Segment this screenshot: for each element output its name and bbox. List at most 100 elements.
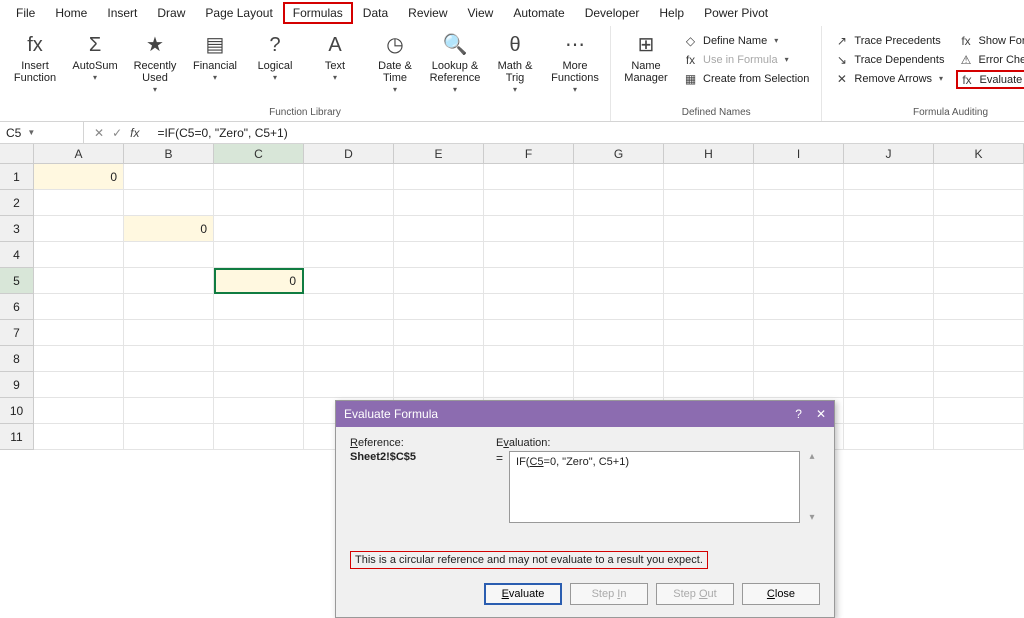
cell-D8[interactable]: [304, 346, 394, 372]
cell-H8[interactable]: [664, 346, 754, 372]
cell-B9[interactable]: [124, 372, 214, 398]
cell-F4[interactable]: [484, 242, 574, 268]
cell-C5[interactable]: 0: [214, 268, 304, 294]
cell-G6[interactable]: [574, 294, 664, 320]
cell-H9[interactable]: [664, 372, 754, 398]
column-header-E[interactable]: E: [394, 144, 484, 163]
cell-A3[interactable]: [34, 216, 124, 242]
cell-C10[interactable]: [214, 398, 304, 424]
cell-A10[interactable]: [34, 398, 124, 424]
autosum-button[interactable]: ΣAutoSum▾: [66, 30, 124, 83]
cell-I9[interactable]: [754, 372, 844, 398]
row-header-3[interactable]: 3: [0, 216, 34, 242]
cell-G2[interactable]: [574, 190, 664, 216]
math-trig-button[interactable]: θMath &Trig▾: [486, 30, 544, 95]
help-icon[interactable]: ?: [795, 407, 802, 421]
column-header-D[interactable]: D: [304, 144, 394, 163]
cell-B3[interactable]: 0: [124, 216, 214, 242]
error-checking-button[interactable]: ⚠Error Checking▾: [956, 51, 1024, 68]
row-header-8[interactable]: 8: [0, 346, 34, 372]
cell-K9[interactable]: [934, 372, 1024, 398]
scroll-up-icon[interactable]: ▴: [809, 451, 814, 462]
row-header-7[interactable]: 7: [0, 320, 34, 346]
cell-A4[interactable]: [34, 242, 124, 268]
close-button[interactable]: Close: [742, 583, 820, 605]
name-box[interactable]: C5 ▼: [0, 122, 84, 143]
define-name-button[interactable]: ◇Define Name▾: [681, 32, 811, 49]
evaluate-button[interactable]: Evaluate: [484, 583, 562, 605]
remove-arrows-button[interactable]: ✕Remove Arrows▾: [832, 70, 946, 87]
cell-H5[interactable]: [664, 268, 754, 294]
cell-E9[interactable]: [394, 372, 484, 398]
column-header-I[interactable]: I: [754, 144, 844, 163]
cell-K8[interactable]: [934, 346, 1024, 372]
cell-E5[interactable]: [394, 268, 484, 294]
cell-G7[interactable]: [574, 320, 664, 346]
tab-developer[interactable]: Developer: [575, 2, 650, 24]
cell-I7[interactable]: [754, 320, 844, 346]
column-header-B[interactable]: B: [124, 144, 214, 163]
cell-H1[interactable]: [664, 164, 754, 190]
evaluate-formula-button[interactable]: fxEvaluate Formula: [956, 70, 1024, 89]
cell-D6[interactable]: [304, 294, 394, 320]
tab-draw[interactable]: Draw: [147, 2, 195, 24]
cell-A7[interactable]: [34, 320, 124, 346]
cell-F1[interactable]: [484, 164, 574, 190]
more-functions-button[interactable]: ⋯MoreFunctions▾: [546, 30, 604, 95]
column-header-K[interactable]: K: [934, 144, 1024, 163]
cell-K1[interactable]: [934, 164, 1024, 190]
cell-B5[interactable]: [124, 268, 214, 294]
select-all-corner[interactable]: [0, 144, 34, 163]
cell-B8[interactable]: [124, 346, 214, 372]
cell-J6[interactable]: [844, 294, 934, 320]
cell-F5[interactable]: [484, 268, 574, 294]
row-header-11[interactable]: 11: [0, 424, 34, 450]
cell-A5[interactable]: [34, 268, 124, 294]
cell-B6[interactable]: [124, 294, 214, 320]
row-header-1[interactable]: 1: [0, 164, 34, 190]
formula-input[interactable]: =IF(C5=0, "Zero", C5+1): [149, 126, 1024, 140]
cell-C11[interactable]: [214, 424, 304, 450]
cell-C6[interactable]: [214, 294, 304, 320]
close-icon[interactable]: ✕: [816, 407, 826, 421]
show-formulas-button[interactable]: fxShow Formulas: [956, 32, 1024, 49]
cancel-icon[interactable]: ✕: [94, 126, 104, 140]
cell-H6[interactable]: [664, 294, 754, 320]
cell-F9[interactable]: [484, 372, 574, 398]
cell-J8[interactable]: [844, 346, 934, 372]
dialog-titlebar[interactable]: Evaluate Formula ? ✕: [336, 401, 834, 427]
cell-A9[interactable]: [34, 372, 124, 398]
cell-G9[interactable]: [574, 372, 664, 398]
row-header-5[interactable]: 5: [0, 268, 34, 294]
cell-C1[interactable]: [214, 164, 304, 190]
tab-formulas[interactable]: Formulas: [283, 2, 353, 24]
scroll-down-icon[interactable]: ▾: [809, 512, 814, 523]
cell-K2[interactable]: [934, 190, 1024, 216]
financial-button[interactable]: ▤Financial▾: [186, 30, 244, 83]
cell-H7[interactable]: [664, 320, 754, 346]
column-header-C[interactable]: C: [214, 144, 304, 163]
cell-J1[interactable]: [844, 164, 934, 190]
row-header-10[interactable]: 10: [0, 398, 34, 424]
cell-C2[interactable]: [214, 190, 304, 216]
eval-scroll[interactable]: ▴ ▾: [804, 451, 820, 523]
cell-B1[interactable]: [124, 164, 214, 190]
cell-K3[interactable]: [934, 216, 1024, 242]
cell-J2[interactable]: [844, 190, 934, 216]
cell-I3[interactable]: [754, 216, 844, 242]
cell-J3[interactable]: [844, 216, 934, 242]
column-header-J[interactable]: J: [844, 144, 934, 163]
tab-automate[interactable]: Automate: [503, 2, 574, 24]
text-button[interactable]: AText▾: [306, 30, 364, 83]
cell-C7[interactable]: [214, 320, 304, 346]
cell-H2[interactable]: [664, 190, 754, 216]
cell-D5[interactable]: [304, 268, 394, 294]
cell-B11[interactable]: [124, 424, 214, 450]
row-header-4[interactable]: 4: [0, 242, 34, 268]
cell-B7[interactable]: [124, 320, 214, 346]
column-header-G[interactable]: G: [574, 144, 664, 163]
logical-button[interactable]: ?Logical▾: [246, 30, 304, 83]
row-header-2[interactable]: 2: [0, 190, 34, 216]
cell-C9[interactable]: [214, 372, 304, 398]
column-header-A[interactable]: A: [34, 144, 124, 163]
